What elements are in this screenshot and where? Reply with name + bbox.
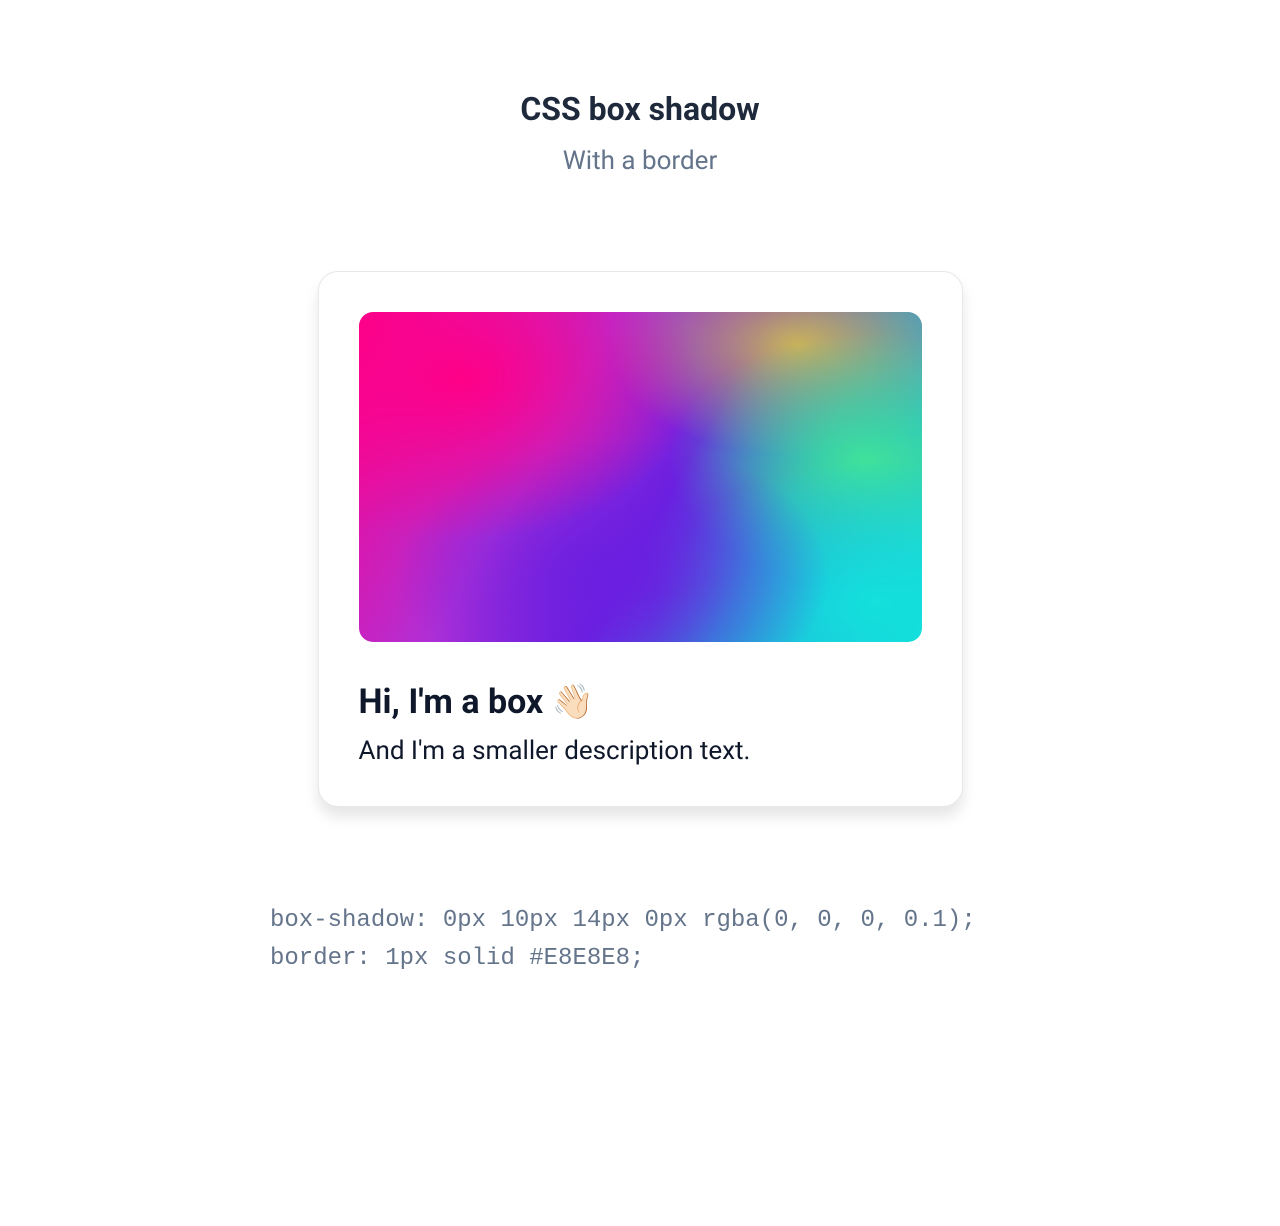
card-title: Hi, I'm a box 👋🏻 <box>359 682 922 722</box>
page-subtitle: With a border <box>0 146 1280 176</box>
code-snippet: box-shadow: 0px 10px 14px 0px rgba(0, 0,… <box>270 902 1010 979</box>
example-card: Hi, I'm a box 👋🏻 And I'm a smaller descr… <box>318 271 963 807</box>
gradient-image <box>359 312 922 642</box>
page-title: CSS box shadow <box>0 90 1280 128</box>
card-description: And I'm a smaller description text. <box>359 736 922 766</box>
header: CSS box shadow With a border <box>0 90 1280 176</box>
code-line-1: box-shadow: 0px 10px 14px 0px rgba(0, 0,… <box>270 907 976 934</box>
code-line-2: border: 1px solid #E8E8E8; <box>270 945 644 972</box>
